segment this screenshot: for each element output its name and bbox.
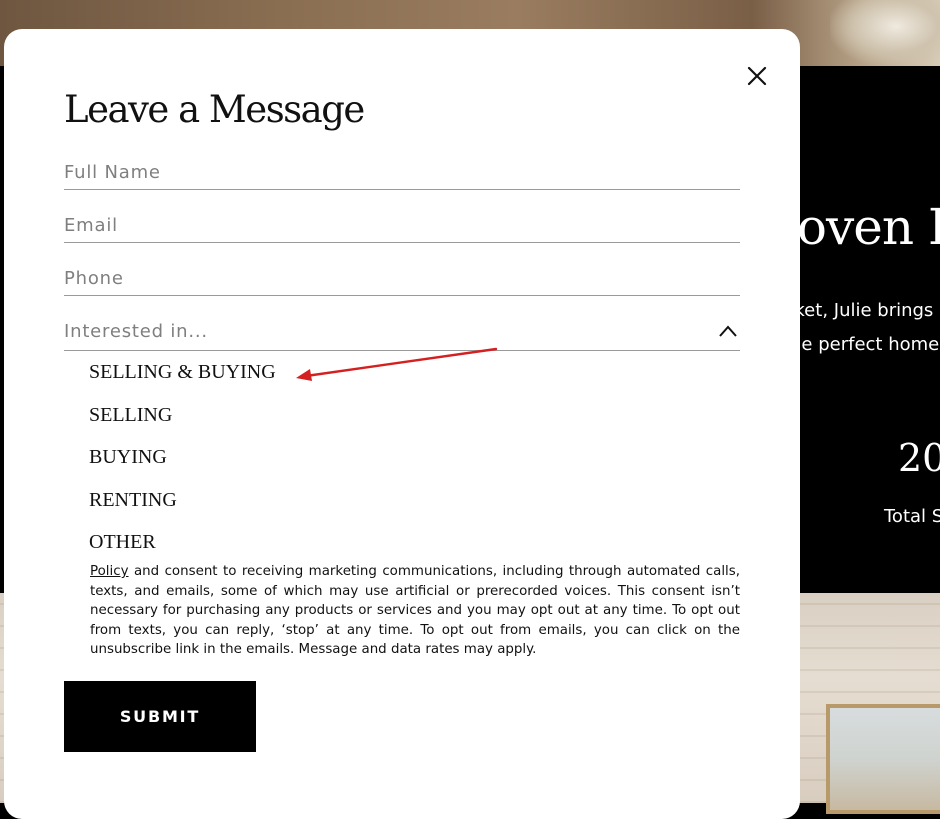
submit-button[interactable]: SUBMIT bbox=[64, 681, 256, 752]
full-name-input[interactable] bbox=[64, 156, 740, 189]
email-input[interactable] bbox=[64, 209, 740, 242]
policy-link[interactable]: Policy bbox=[90, 564, 129, 579]
option-selling-buying[interactable]: SELLING & BUYING bbox=[89, 358, 276, 401]
phone-field bbox=[64, 262, 740, 296]
interested-in-options: SELLING & BUYING SELLING BUYING RENTING … bbox=[89, 358, 276, 571]
option-selling[interactable]: SELLING bbox=[89, 401, 276, 444]
section-text-line: rket, Julie brings bbox=[787, 300, 934, 321]
close-icon bbox=[747, 66, 767, 86]
close-button[interactable] bbox=[743, 62, 771, 90]
option-renting[interactable]: RENTING bbox=[89, 486, 276, 529]
stat-label: Total S bbox=[884, 506, 940, 527]
section-text-line: he perfect home bbox=[790, 334, 940, 355]
stat-value: 20 bbox=[898, 436, 940, 480]
phone-input[interactable] bbox=[64, 262, 740, 295]
wall-art-frame bbox=[826, 704, 940, 814]
interested-in-placeholder: Interested in... bbox=[64, 321, 208, 342]
modal-title: Leave a Message bbox=[64, 88, 365, 131]
chevron-up-icon bbox=[719, 325, 737, 337]
email-field bbox=[64, 209, 740, 243]
full-name-field bbox=[64, 156, 740, 190]
option-buying[interactable]: BUYING bbox=[89, 443, 276, 486]
interested-in-select[interactable]: Interested in... bbox=[64, 317, 740, 351]
consent-text: Policy and consent to receiving marketin… bbox=[90, 562, 740, 660]
consent-body: and consent to receiving marketing commu… bbox=[90, 564, 740, 658]
